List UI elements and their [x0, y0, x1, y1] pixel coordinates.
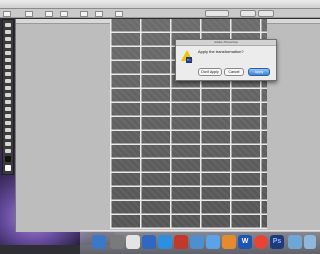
tool-preset-icon[interactable] [3, 11, 11, 17]
quick-select-tool-icon[interactable] [5, 44, 11, 48]
shape-tool-icon[interactable] [5, 135, 11, 139]
options-bar [0, 9, 320, 18]
clone-stamp-tool-icon[interactable] [5, 79, 11, 83]
hand-tool-icon[interactable] [5, 142, 11, 146]
rotate-field[interactable] [115, 11, 123, 17]
app-store-icon[interactable] [142, 235, 156, 249]
reference-point-icon[interactable] [25, 11, 33, 17]
eyedropper-tool-icon[interactable] [5, 58, 11, 62]
menu-bar [0, 0, 320, 9]
transform-x-field[interactable] [45, 11, 53, 17]
healing-tool-icon[interactable] [5, 65, 11, 69]
apply-button[interactable]: Apply [248, 68, 270, 76]
history-brush-tool-icon[interactable] [5, 86, 11, 90]
cancel-button[interactable]: Cancel [224, 68, 244, 76]
system-prefs-icon[interactable] [110, 235, 124, 249]
brush-tool-icon[interactable] [5, 72, 11, 76]
word-icon[interactable]: W [238, 235, 252, 249]
chrome-icon[interactable] [254, 235, 268, 249]
transform-y-field[interactable] [60, 11, 68, 17]
commit-transform-button[interactable] [258, 10, 274, 17]
type-tool-icon[interactable] [5, 121, 11, 125]
cancel-transform-button[interactable] [240, 10, 256, 17]
apple-menu-icon[interactable] [0, 0, 8, 8]
gradient-tool-icon[interactable] [5, 100, 11, 104]
move-tool-icon[interactable] [5, 23, 11, 27]
background-color-swatch[interactable] [5, 165, 11, 171]
finder-icon[interactable] [92, 235, 106, 249]
workspace-menu-button[interactable] [205, 10, 229, 17]
itunes-icon[interactable] [206, 235, 220, 249]
ical-icon[interactable] [126, 235, 140, 249]
apply-transform-dialog: Adobe Photoshop Ps Apply the transformat… [175, 39, 277, 81]
garageband-icon[interactable] [222, 235, 236, 249]
tools-panel [2, 19, 14, 175]
safari-icon[interactable] [158, 235, 172, 249]
word-glyph: W [241, 238, 249, 245]
transform-h-field[interactable] [95, 11, 103, 17]
dont-apply-button[interactable]: Don't Apply [198, 68, 222, 76]
dialog-message: Apply the transformation? [198, 49, 244, 54]
dialog-title: Adobe Photoshop [176, 40, 276, 46]
photoshop-icon[interactable]: Ps [270, 235, 284, 249]
dodge-tool-icon[interactable] [5, 107, 11, 111]
lasso-tool-icon[interactable] [5, 37, 11, 41]
pen-tool-icon[interactable] [5, 114, 11, 118]
foreground-color-swatch[interactable] [5, 156, 11, 162]
zoom-tool-icon[interactable] [5, 149, 11, 153]
iphoto-icon[interactable] [190, 235, 204, 249]
path-select-tool-icon[interactable] [5, 128, 11, 132]
photobooth-icon[interactable] [174, 235, 188, 249]
dock: W Ps [80, 230, 320, 254]
photoshop-glyph: Ps [272, 238, 282, 245]
photoshop-badge-icon: Ps [186, 57, 192, 63]
marquee-tool-icon[interactable] [5, 30, 11, 34]
crop-tool-icon[interactable] [5, 51, 11, 55]
trash-icon[interactable] [304, 235, 316, 249]
eraser-tool-icon[interactable] [5, 93, 11, 97]
transform-w-field[interactable] [80, 11, 88, 17]
documents-folder-icon[interactable] [288, 235, 302, 249]
